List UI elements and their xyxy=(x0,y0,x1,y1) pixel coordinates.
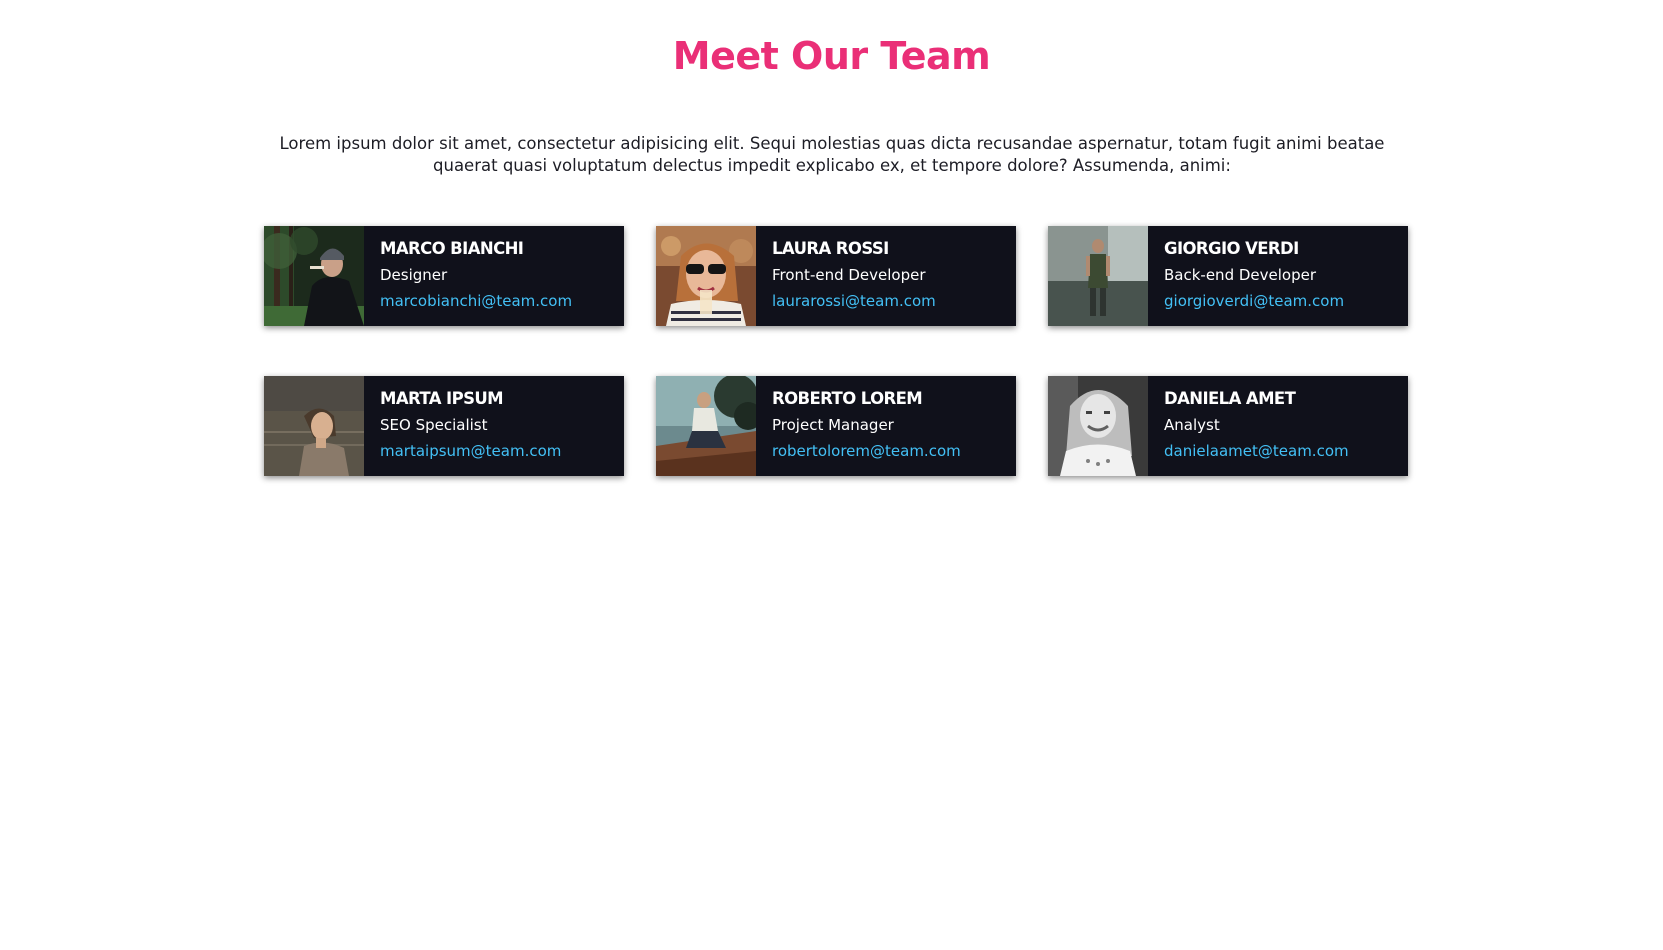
member-info: MARCO BIANCHI Designer marcobianchi@team… xyxy=(364,226,572,326)
team-card: GIORGIO VERDI Back-end Developer giorgio… xyxy=(1048,226,1408,326)
member-photo xyxy=(1048,376,1148,476)
member-name: MARCO BIANCHI xyxy=(380,239,524,258)
member-name: DANIELA AMET xyxy=(1164,389,1296,408)
member-email-link[interactable]: danielaamet@team.com xyxy=(1164,441,1349,461)
member-name: ROBERTO LOREM xyxy=(772,389,923,408)
member-photo xyxy=(264,376,364,476)
member-info: DANIELA AMET Analyst danielaamet@team.co… xyxy=(1148,376,1349,476)
member-role: Designer xyxy=(380,266,448,284)
member-role: SEO Specialist xyxy=(380,416,488,434)
member-email-link[interactable]: laurarossi@team.com xyxy=(772,291,936,311)
team-card: MARTA IPSUM SEO Specialist martaipsum@te… xyxy=(264,376,624,476)
page-title: Meet Our Team xyxy=(672,34,991,78)
intro-text: Lorem ipsum dolor sit amet, consectetur … xyxy=(279,134,1385,175)
member-role: Back-end Developer xyxy=(1164,266,1316,284)
team-card: LAURA ROSSI Front-end Developer lauraros… xyxy=(656,226,1016,326)
member-email-link[interactable]: martaipsum@team.com xyxy=(380,441,561,461)
page: Meet Our Team Lorem ipsum dolor sit amet… xyxy=(0,0,1663,950)
member-email-link[interactable]: marcobianchi@team.com xyxy=(380,291,572,311)
member-role: Front-end Developer xyxy=(772,266,926,284)
member-photo xyxy=(656,376,756,476)
member-photo xyxy=(656,226,756,326)
team-card: MARCO BIANCHI Designer marcobianchi@team… xyxy=(264,226,624,326)
member-email-link[interactable]: robertolorem@team.com xyxy=(772,441,961,461)
member-name: LAURA ROSSI xyxy=(772,239,889,258)
team-card: DANIELA AMET Analyst danielaamet@team.co… xyxy=(1048,376,1408,476)
member-info: MARTA IPSUM SEO Specialist martaipsum@te… xyxy=(364,376,561,476)
member-info: ROBERTO LOREM Project Manager robertolor… xyxy=(756,376,961,476)
member-info: LAURA ROSSI Front-end Developer lauraros… xyxy=(756,226,936,326)
member-email-link[interactable]: giorgioverdi@team.com xyxy=(1164,291,1344,311)
team-card: ROBERTO LOREM Project Manager robertolor… xyxy=(656,376,1016,476)
member-photo xyxy=(264,226,364,326)
member-name: GIORGIO VERDI xyxy=(1164,239,1299,258)
member-photo xyxy=(1048,226,1148,326)
member-name: MARTA IPSUM xyxy=(380,389,504,408)
member-role: Project Manager xyxy=(772,416,894,434)
member-role: Analyst xyxy=(1164,416,1220,434)
team-grid: MARCO BIANCHI Designer marcobianchi@team… xyxy=(264,226,1408,476)
member-info: GIORGIO VERDI Back-end Developer giorgio… xyxy=(1148,226,1344,326)
